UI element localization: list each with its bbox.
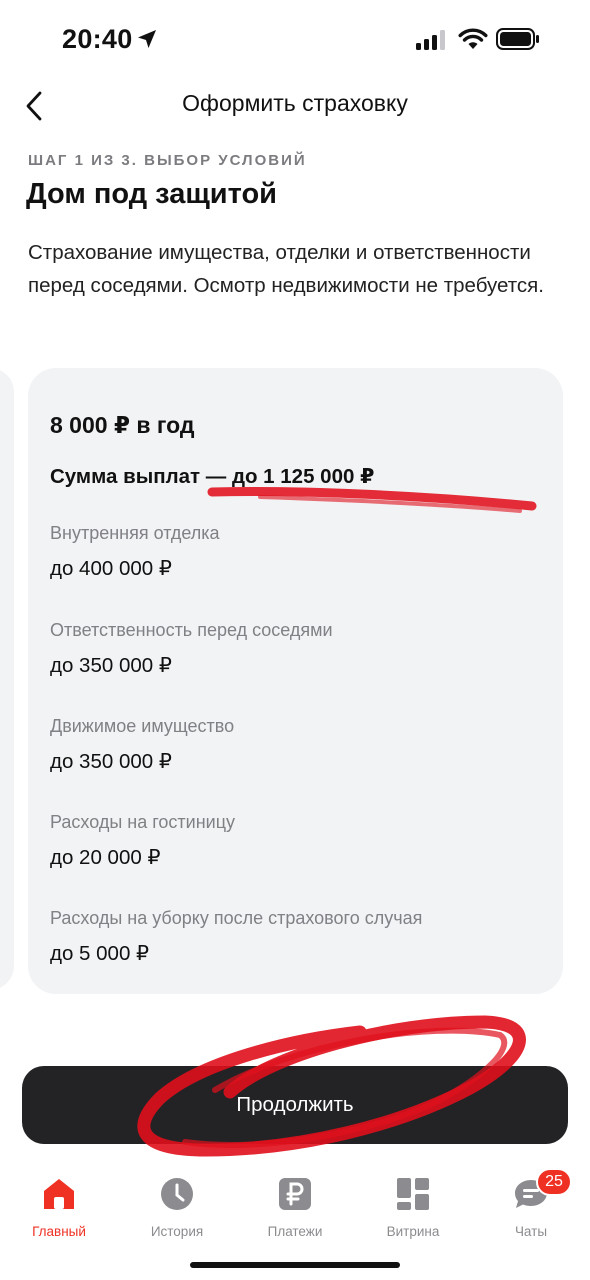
page-title: Дом под защитой xyxy=(26,178,277,210)
description: Страхование имущества, отделки и ответст… xyxy=(28,241,544,297)
coverage-value: до 400 000 ₽ xyxy=(50,557,172,580)
step-label: ШАГ 1 ИЗ 3. ВЫБОР УСЛОВИЙ xyxy=(28,152,307,169)
chat-unread-badge: 25 xyxy=(536,1168,572,1196)
header: Оформить страховку xyxy=(0,80,590,134)
coverage-item: Движимое имущество до 350 000 ₽ xyxy=(50,715,234,775)
tab-label: Чаты xyxy=(514,1224,548,1239)
location-arrow-icon xyxy=(138,30,156,48)
coverage-label: Внутренняя отделка xyxy=(50,523,220,543)
coverage-label: Ответственность перед соседями xyxy=(50,620,333,640)
tab-chats[interactable]: 25 Чаты xyxy=(472,1168,590,1240)
coverage-value: до 350 000 ₽ xyxy=(50,750,172,773)
status-bar: 20:40 xyxy=(0,0,590,80)
insurance-offer-card[interactable]: 8 000 ₽ в год Сумма выплат — до 1 125 00… xyxy=(28,368,563,994)
tab-payments[interactable]: Платежи xyxy=(236,1168,354,1240)
battery-icon xyxy=(496,28,539,50)
wifi-icon xyxy=(458,28,488,49)
header-title: Оформить страховку xyxy=(182,90,408,116)
tab-label: История xyxy=(150,1224,204,1239)
cellular-signal-icon xyxy=(416,30,445,50)
coverage-value: до 350 000 ₽ xyxy=(50,654,172,677)
card-total-payout: Сумма выплат — до 1 125 000 ₽ xyxy=(50,465,375,488)
card-price: 8 000 ₽ в год xyxy=(50,412,195,438)
coverage-item: Ответственность перед соседями до 350 00… xyxy=(50,619,333,679)
coverage-value: до 5 000 ₽ xyxy=(50,942,150,965)
tab-history[interactable]: История xyxy=(118,1168,236,1240)
coverage-item: Расходы на гостиницу до 20 000 ₽ xyxy=(50,811,235,871)
home-icon xyxy=(44,1179,74,1209)
app-screen: 20:40 Оформить страховку ШАГ 1 ИЗ 3. ВЫБ… xyxy=(0,0,590,1280)
grid-icon xyxy=(397,1178,429,1210)
ruble-icon xyxy=(279,1178,311,1210)
coverage-item: Расходы на уборку после страхового случа… xyxy=(50,907,422,967)
tab-showcase[interactable]: Витрина xyxy=(354,1168,472,1240)
coverage-item: Внутренняя отделка до 400 000 ₽ xyxy=(50,522,220,582)
continue-button[interactable]: Продолжить xyxy=(22,1066,568,1144)
tab-label: Витрина xyxy=(386,1224,440,1239)
tab-label: Платежи xyxy=(267,1224,323,1239)
home-indicator xyxy=(190,1262,400,1268)
previous-offer-card[interactable] xyxy=(0,368,14,990)
coverage-label: Движимое имущество xyxy=(50,716,235,736)
tab-label: Главный xyxy=(32,1224,86,1239)
status-time: 20:40 xyxy=(62,24,133,54)
tab-home[interactable]: Главный xyxy=(0,1168,118,1240)
coverage-value: до 20 000 ₽ xyxy=(50,846,161,869)
coverage-label: Расходы на уборку после страхового случа… xyxy=(50,908,423,928)
coverage-label: Расходы на гостиницу xyxy=(50,812,236,832)
tab-bar: Главный История Платежи Витрина 25 Чаты xyxy=(0,1168,590,1240)
clock-icon xyxy=(161,1178,193,1210)
